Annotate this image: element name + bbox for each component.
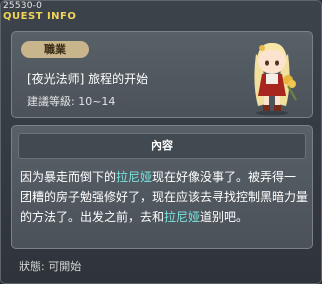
job-badge: 職業: [21, 41, 89, 58]
quest-header-panel: 職業 [夜光法师] 旅程的开始 建議等級: 10~14: [11, 31, 313, 118]
quest-status: 狀態: 可開始: [19, 260, 82, 273]
quest-description: 因为暴走而倒下的拉尼娅现在好像没事了。被弄得一团糟的房子勉强修好了，现在应该去寻…: [20, 167, 308, 227]
quest-id-label: 25530-0: [3, 1, 43, 11]
quest-title: [夜光法师] 旅程的开始: [27, 72, 149, 86]
quest-info-window: 25530-0 QUEST INFO 職業 [夜光法师] 旅程的开始 建議等級:…: [0, 0, 322, 284]
npc-name-highlight: 拉尼娅: [164, 210, 201, 224]
desc-text-1: 因为暴走而倒下的: [20, 170, 117, 184]
window-title: QUEST INFO: [3, 11, 77, 22]
quest-content-panel: 內容 因为暴走而倒下的拉尼娅现在好像没事了。被弄得一团糟的房子勉强修好了，现在应…: [11, 125, 313, 249]
npc-portrait-icon: [254, 42, 297, 116]
recommended-level: 建議等級: 10~14: [27, 95, 116, 108]
content-section-header: 內容: [18, 133, 306, 159]
npc-name-highlight: 拉尼娅: [116, 170, 153, 184]
desc-text-3: 道别吧。: [200, 210, 249, 224]
